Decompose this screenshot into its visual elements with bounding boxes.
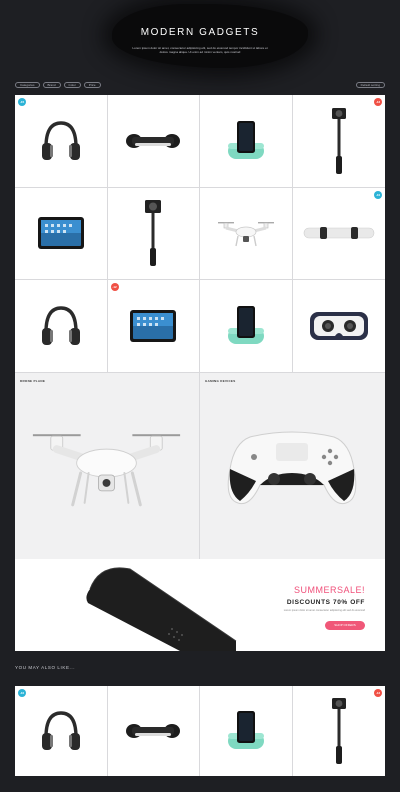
related-card-hoverboard[interactable] xyxy=(108,686,200,776)
related-card-headphones[interactable]: -10 xyxy=(15,686,108,776)
tablet-image xyxy=(37,217,84,250)
filter-bar: Categories Brand Color Price xyxy=(15,82,101,88)
related-card-action-cam-stick[interactable]: -12 xyxy=(293,686,386,776)
hoverboard-image xyxy=(126,133,181,148)
action-camera-stick-image xyxy=(145,200,162,267)
headphones-image xyxy=(41,711,80,750)
product-card-snowboard[interactable]: -10 xyxy=(292,188,385,281)
feature-gaming-devices[interactable]: GAMING DEVICES xyxy=(200,373,385,559)
filter-brand[interactable]: Brand xyxy=(42,82,61,88)
product-card-action-cam-stick[interactable]: -12 xyxy=(292,95,385,188)
sale-headline: SUMMERSALE! xyxy=(293,585,365,595)
product-card-action-cam-stick-2[interactable] xyxy=(107,187,200,281)
tablet-image xyxy=(130,310,177,343)
shop-offers-button[interactable]: SHOP OFFERS xyxy=(325,621,365,630)
game-controller-image xyxy=(227,431,357,505)
headphones-image xyxy=(41,306,80,346)
discount-badge: -10 xyxy=(18,689,26,697)
feature-label: GAMING DEVICES xyxy=(205,379,236,383)
filter-color[interactable]: Color xyxy=(63,82,81,88)
related-card-speaker-phone[interactable] xyxy=(200,686,293,776)
filter-categories[interactable]: Categories xyxy=(15,82,40,88)
large-drone-image xyxy=(32,434,181,507)
product-card-hoverboard[interactable] xyxy=(107,95,200,188)
snowboard-image xyxy=(303,227,375,240)
related-products-grid: -10 -12 xyxy=(15,686,385,776)
product-card-speaker-phone-2[interactable] xyxy=(200,280,293,373)
action-camera-stick-image xyxy=(331,698,346,764)
drone-image xyxy=(217,222,274,247)
product-card-vr-headset[interactable] xyxy=(292,280,385,373)
feature-label: DRONE PLANE xyxy=(20,379,46,383)
sale-note: Lorem ipsum dolor sit amet consectetur a… xyxy=(283,609,365,612)
phone-dock-image xyxy=(227,306,264,345)
page-title: MODERN GADGETS xyxy=(140,27,260,38)
discount-badge: -12 xyxy=(374,689,382,697)
sale-discount: DISCOUNTS 70% OFF xyxy=(286,599,365,606)
phone-dock-image xyxy=(227,120,264,159)
product-card-speaker-phone[interactable] xyxy=(200,95,293,188)
vr-headset-image xyxy=(309,312,368,341)
headphones-image xyxy=(41,121,80,160)
feature-drone-plane[interactable]: DRONE PLANE xyxy=(15,373,200,559)
product-card-headphones[interactable]: -15 xyxy=(15,95,108,188)
filter-price[interactable]: Price xyxy=(83,82,101,88)
related-section-title: YOU MAY ALSO LIKE... xyxy=(15,665,76,670)
discount-badge: -10 xyxy=(374,190,382,199)
sort-dropdown[interactable]: Default sorting xyxy=(355,82,385,88)
action-camera-stick-image xyxy=(331,107,346,174)
feature-row: DRONE PLANE GAMING DEVICES xyxy=(15,373,385,559)
discount-badge: -12 xyxy=(374,98,382,106)
phone-dock-image xyxy=(227,711,264,749)
product-card-headphones-2[interactable] xyxy=(15,280,108,373)
skateboard-deck-image xyxy=(86,567,237,651)
discount-badge: -12 xyxy=(110,283,119,292)
product-card-tablet-2[interactable]: -12 xyxy=(107,280,200,373)
page-subtitle: Lorem ipsum dolor sit amet, consectetur … xyxy=(132,46,268,54)
hero-banner: MODERN GADGETS Lorem ipsum dolor sit ame… xyxy=(0,0,400,82)
product-card-drone[interactable] xyxy=(200,187,293,281)
discount-badge: -15 xyxy=(18,98,26,106)
hoverboard-image xyxy=(126,724,181,738)
sale-banner: SUMMERSALE! DISCOUNTS 70% OFF Lorem ipsu… xyxy=(15,559,385,651)
product-grid: -15 -12 -10 -12 xyxy=(15,95,385,373)
product-card-tablet[interactable] xyxy=(15,187,108,281)
